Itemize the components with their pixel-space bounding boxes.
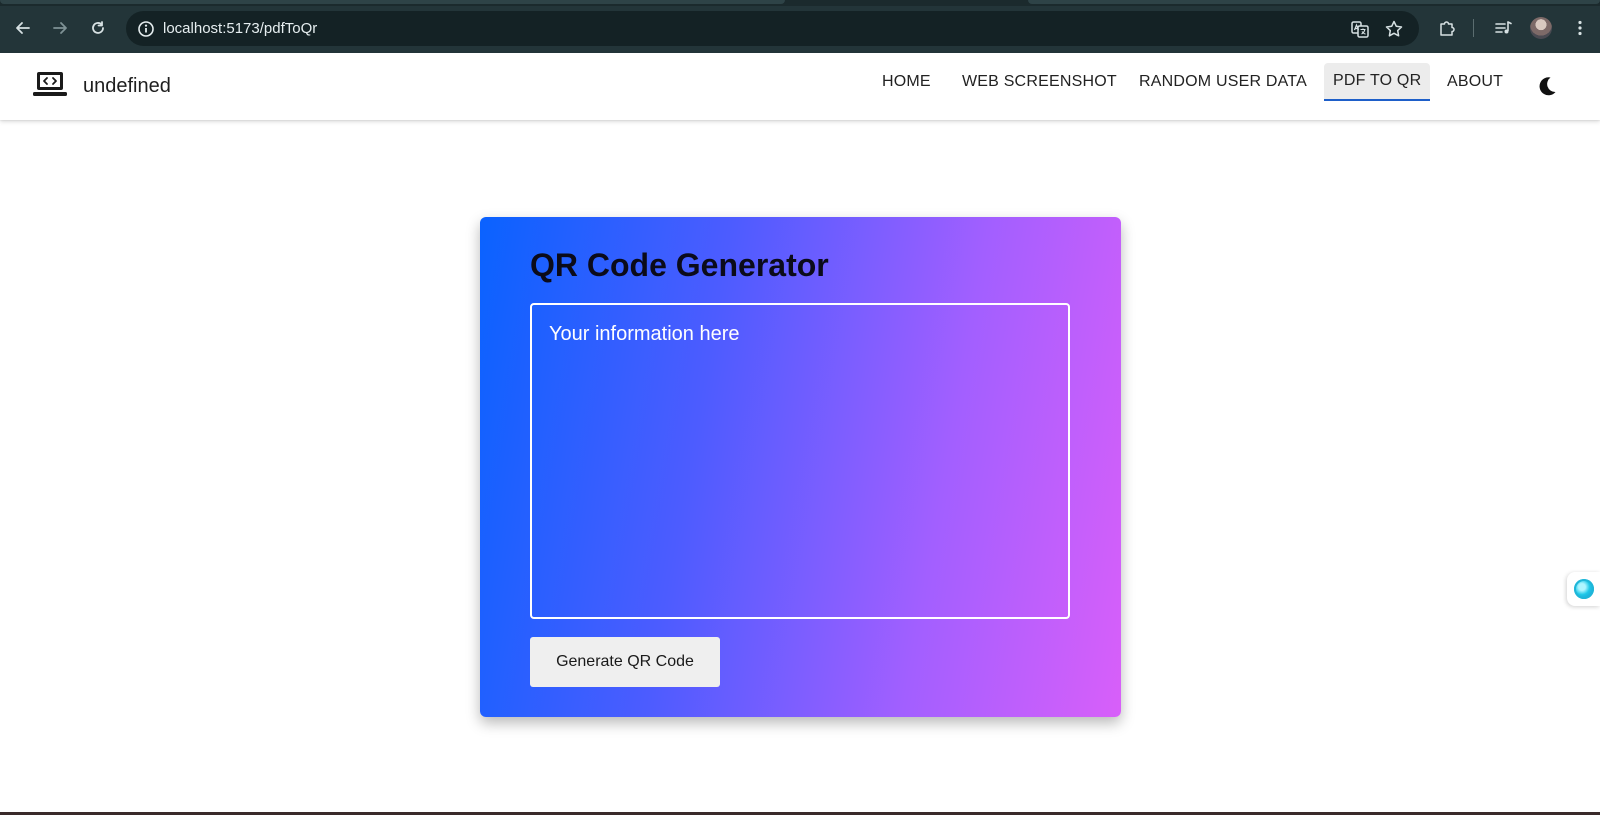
browser-menu-button[interactable]	[1566, 14, 1594, 42]
back-button[interactable]	[9, 14, 37, 42]
nav-home[interactable]: HOME	[873, 63, 940, 101]
brand-name: undefined	[83, 75, 171, 97]
browser-toolbar: localhost:5173/pdfToQr	[0, 0, 1600, 53]
site-info-button[interactable]	[134, 17, 158, 41]
puzzle-icon	[1440, 21, 1455, 36]
assistant-orb-icon	[1573, 579, 1594, 599]
theme-toggle-button[interactable]	[1534, 73, 1560, 99]
information-textarea[interactable]	[530, 303, 1070, 619]
app-header: undefined HOME WEB SCREENSHOT RANDOM USE…	[0, 53, 1600, 120]
tab-edge	[0, 0, 785, 4]
page-title: QR Code Generator	[530, 247, 829, 283]
translate-icon	[1351, 21, 1369, 38]
media-button[interactable]	[1489, 14, 1517, 42]
translate-button[interactable]	[1348, 17, 1372, 41]
bookmark-button[interactable]	[1382, 17, 1406, 41]
star-icon	[1385, 20, 1403, 37]
more-vert-icon	[1578, 20, 1582, 36]
forward-button[interactable]	[46, 14, 74, 42]
nav-pdf-to-qr[interactable]: PDF TO QR	[1324, 63, 1431, 101]
profile-avatar[interactable]	[1530, 17, 1552, 39]
moon-icon	[1539, 77, 1556, 96]
tab-edge	[1028, 0, 1600, 4]
nav-about[interactable]: ABOUT	[1438, 63, 1512, 101]
toolbar-divider	[1473, 19, 1474, 37]
qr-generator-card: QR Code Generator Generate QR Code	[480, 217, 1121, 717]
generate-qr-button[interactable]: Generate QR Code	[530, 637, 720, 687]
reload-button[interactable]	[84, 14, 112, 42]
info-icon	[138, 21, 154, 37]
media-queue-icon	[1495, 21, 1512, 34]
address-bar[interactable]: localhost:5173/pdfToQr	[126, 11, 1419, 46]
laptop-code-icon	[33, 72, 67, 96]
assistant-widget[interactable]	[1567, 572, 1600, 606]
tab-strip	[0, 0, 1600, 6]
url-text[interactable]: localhost:5173/pdfToQr	[163, 20, 317, 37]
nav-random-user-data[interactable]: RANDOM USER DATA	[1130, 63, 1316, 101]
nav-web-screenshot[interactable]: WEB SCREENSHOT	[953, 63, 1126, 101]
reload-icon	[92, 21, 104, 34]
arrow-right-icon	[53, 22, 67, 34]
arrow-left-icon	[16, 22, 30, 34]
extensions-button[interactable]	[1433, 14, 1461, 42]
brand-logo[interactable]	[33, 70, 67, 100]
